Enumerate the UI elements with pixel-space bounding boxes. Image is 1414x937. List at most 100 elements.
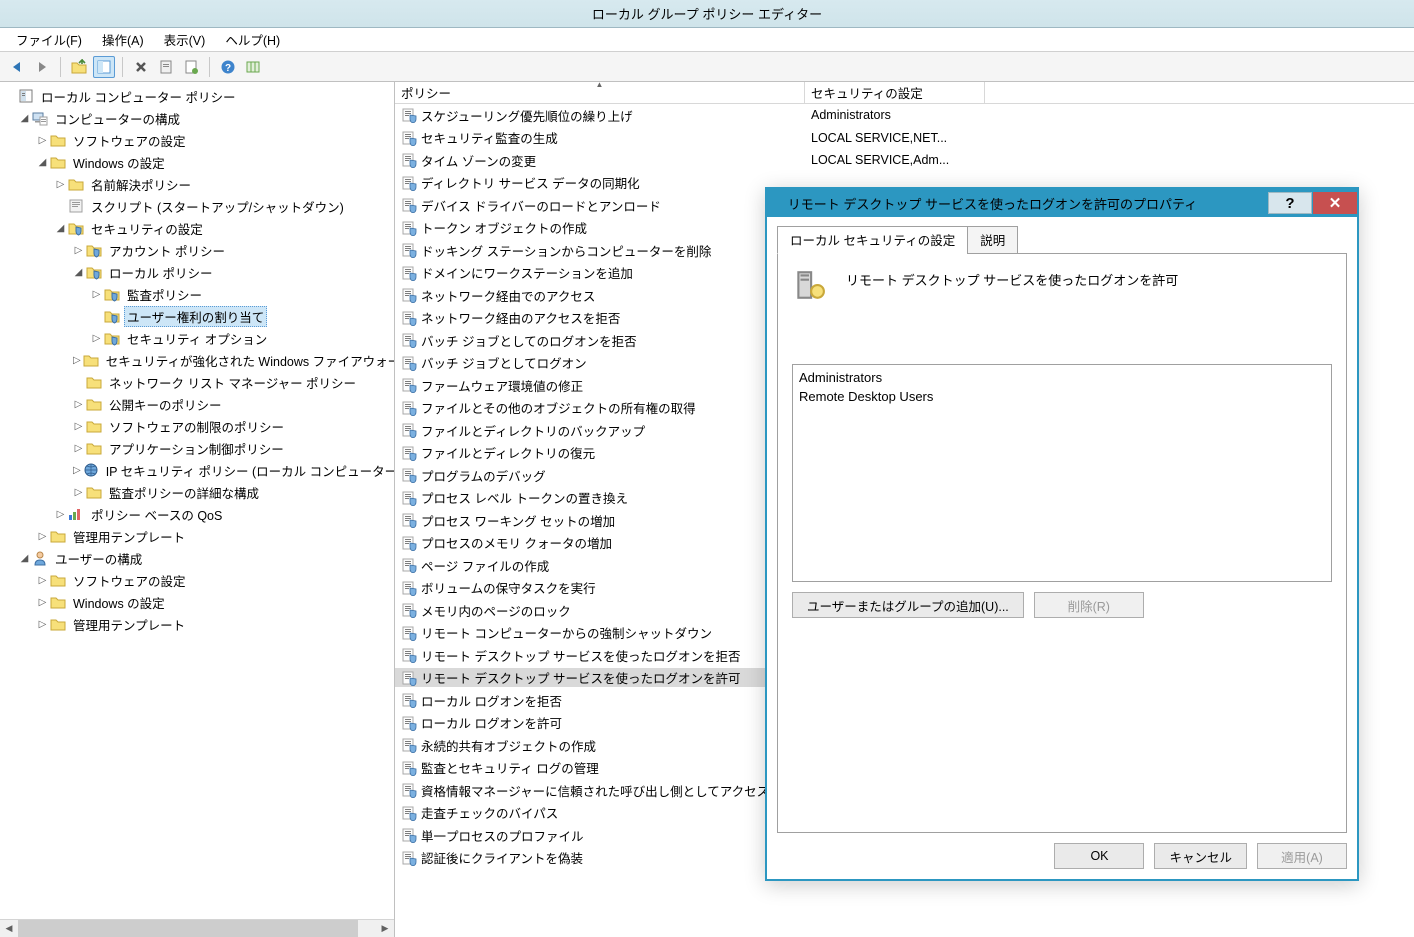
policy-setting: LOCAL SERVICE,Adm... [805,153,1105,167]
scroll-right-icon[interactable]: ▶ [376,920,394,937]
folder-shield-icon [104,308,120,324]
apply-button[interactable]: 適用(A) [1257,843,1347,869]
dialog-close-button[interactable]: ✕ [1313,192,1357,214]
menu-help[interactable]: ヘルプ(H) [215,28,290,51]
policy-row[interactable]: タイム ゾーンの変更 LOCAL SERVICE,Adm... [395,149,1414,172]
tree-root[interactable]: ローカル コンピューター ポリシー [3,85,394,107]
dialog-tabs: ローカル セキュリティの設定 説明 [777,226,1347,254]
tree-u-admin[interactable]: ▷ 管理用テンプレート [3,613,394,635]
add-user-group-button[interactable]: ユーザーまたはグループの追加(U)... [792,592,1024,618]
caret-icon[interactable]: ◢ [73,267,84,278]
policy-icon [401,557,417,573]
column-policy[interactable]: ポリシー ▲ [395,82,805,103]
tree-security-settings[interactable]: ◢ セキュリティの設定 [3,217,394,239]
tree-qos[interactable]: ▷ ポリシー ベースの QoS [3,503,394,525]
caret-icon[interactable]: ▷ [73,355,81,366]
caret-icon[interactable]: ▷ [73,465,81,476]
column-security[interactable]: セキュリティの設定 [805,82,985,103]
tree-scrollbar-h[interactable]: ◀ ▶ [0,919,394,937]
toolbar-show-tree[interactable] [93,56,115,78]
folder-icon [50,132,66,148]
toolbar-filter[interactable] [242,56,264,78]
tree-u-windows[interactable]: ▷ Windows の設定 [3,591,394,613]
tree-audit-policy[interactable]: ▷ 監査ポリシー [3,283,394,305]
policy-name: タイム ゾーンの変更 [421,151,536,170]
dialog-titlebar[interactable]: リモート デスクトップ サービスを使ったログオンを許可のプロパティ ? ✕ [767,189,1357,217]
toolbar-back[interactable] [6,56,28,78]
policy-row[interactable]: セキュリティ監査の生成LOCAL SERVICE,NET... [395,127,1414,150]
folder-icon [86,418,102,434]
caret-icon[interactable]: ▷ [91,333,102,344]
tree-user-rights[interactable]: ユーザー権利の割り当て [3,305,394,327]
folder-shield-icon [86,242,102,258]
toolbar-delete[interactable] [130,56,152,78]
caret-icon[interactable]: ▷ [73,443,84,454]
list-header: ポリシー ▲ セキュリティの設定 [395,82,1414,104]
policy-name: ローカル ログオンを拒否 [421,691,562,710]
toolbar-separator [60,57,61,77]
caret-icon[interactable]: ▷ [91,289,102,300]
caret-icon[interactable]: ▷ [37,619,48,630]
toolbar-export[interactable] [155,56,177,78]
tree-security-options[interactable]: ▷ セキュリティ オプション [3,327,394,349]
policy-name: ファイルとディレクトリのバックアップ [421,421,645,440]
tree-nlm[interactable]: ネットワーク リスト マネージャー ポリシー [3,371,394,393]
policy-name: ファイルとその他のオブジェクトの所有権の取得 [421,398,696,417]
ok-button[interactable]: OK [1054,843,1144,869]
caret-icon[interactable]: ▷ [37,597,48,608]
toolbar-help[interactable]: ? [217,56,239,78]
policy-row[interactable]: スケジューリング優先順位の繰り上げAdministrators [395,104,1414,127]
tab-local-security[interactable]: ローカル セキュリティの設定 [777,226,968,254]
menu-file[interactable]: ファイル(F) [6,28,92,51]
tree-scripts[interactable]: スクリプト (スタートアップ/シャットダウン) [3,195,394,217]
scroll-left-icon[interactable]: ◀ [0,920,18,937]
toolbar-up[interactable] [68,56,90,78]
members-listbox[interactable]: AdministratorsRemote Desktop Users [792,364,1332,582]
caret-icon[interactable]: ▷ [73,487,84,498]
caret-icon[interactable]: ▷ [55,179,66,190]
mmc-icon [18,88,34,104]
policy-icon [401,355,417,371]
tree-local-policies[interactable]: ◢ ローカル ポリシー [3,261,394,283]
tree-ipsec[interactable]: ▷ IP セキュリティ ポリシー (ローカル コンピューター) [3,459,394,481]
tree-acp[interactable]: ▷ アプリケーション制御ポリシー [3,437,394,459]
tree-name-resolution[interactable]: ▷ 名前解決ポリシー [3,173,394,195]
policy-icon [401,175,417,191]
caret-icon[interactable]: ▷ [37,531,48,542]
policy-name: リモート デスクトップ サービスを使ったログオンを許可 [421,668,740,687]
tree-u-software[interactable]: ▷ ソフトウェアの設定 [3,569,394,591]
tab-explain[interactable]: 説明 [967,226,1018,254]
member-item[interactable]: Remote Desktop Users [799,387,1325,406]
caret-icon[interactable]: ▷ [55,509,66,520]
policy-icon [401,782,417,798]
cancel-button[interactable]: キャンセル [1154,843,1247,869]
tree-user-config[interactable]: ◢ ユーザーの構成 [3,547,394,569]
dialog-help-button[interactable]: ? [1268,192,1312,214]
caret-icon[interactable]: ▷ [73,399,84,410]
caret-icon[interactable]: ◢ [19,113,30,124]
tree-computer-config[interactable]: ◢ コンピューターの構成 [3,107,394,129]
caret-icon[interactable]: ▷ [37,135,48,146]
policy-name: ファームウェア環境値の修正 [421,376,583,395]
policy-name: ネットワーク経由のアクセスを拒否 [421,308,620,327]
menu-action[interactable]: 操作(A) [92,28,154,51]
caret-icon[interactable]: ◢ [19,553,30,564]
tree-adv-audit[interactable]: ▷ 監査ポリシーの詳細な構成 [3,481,394,503]
member-item[interactable]: Administrators [799,368,1325,387]
caret-icon[interactable]: ◢ [55,223,66,234]
caret-icon[interactable]: ▷ [73,245,84,256]
toolbar-forward[interactable] [31,56,53,78]
tree-wfas[interactable]: ▷ セキュリティが強化された Windows ファイアウォール [3,349,394,371]
tree-admin-templates[interactable]: ▷ 管理用テンプレート [3,525,394,547]
caret-icon[interactable]: ◢ [37,157,48,168]
caret-icon[interactable]: ▷ [73,421,84,432]
tree-software-settings[interactable]: ▷ ソフトウェアの設定 [3,129,394,151]
tree-account-policies[interactable]: ▷ アカウント ポリシー [3,239,394,261]
menu-view[interactable]: 表示(V) [154,28,216,51]
tree-windows-settings[interactable]: ◢ Windows の設定 [3,151,394,173]
toolbar-properties[interactable] [180,56,202,78]
tree-pk-policies[interactable]: ▷ 公開キーのポリシー [3,393,394,415]
caret-icon[interactable]: ▷ [37,575,48,586]
tree-srp[interactable]: ▷ ソフトウェアの制限のポリシー [3,415,394,437]
remove-button[interactable]: 削除(R) [1034,592,1144,618]
